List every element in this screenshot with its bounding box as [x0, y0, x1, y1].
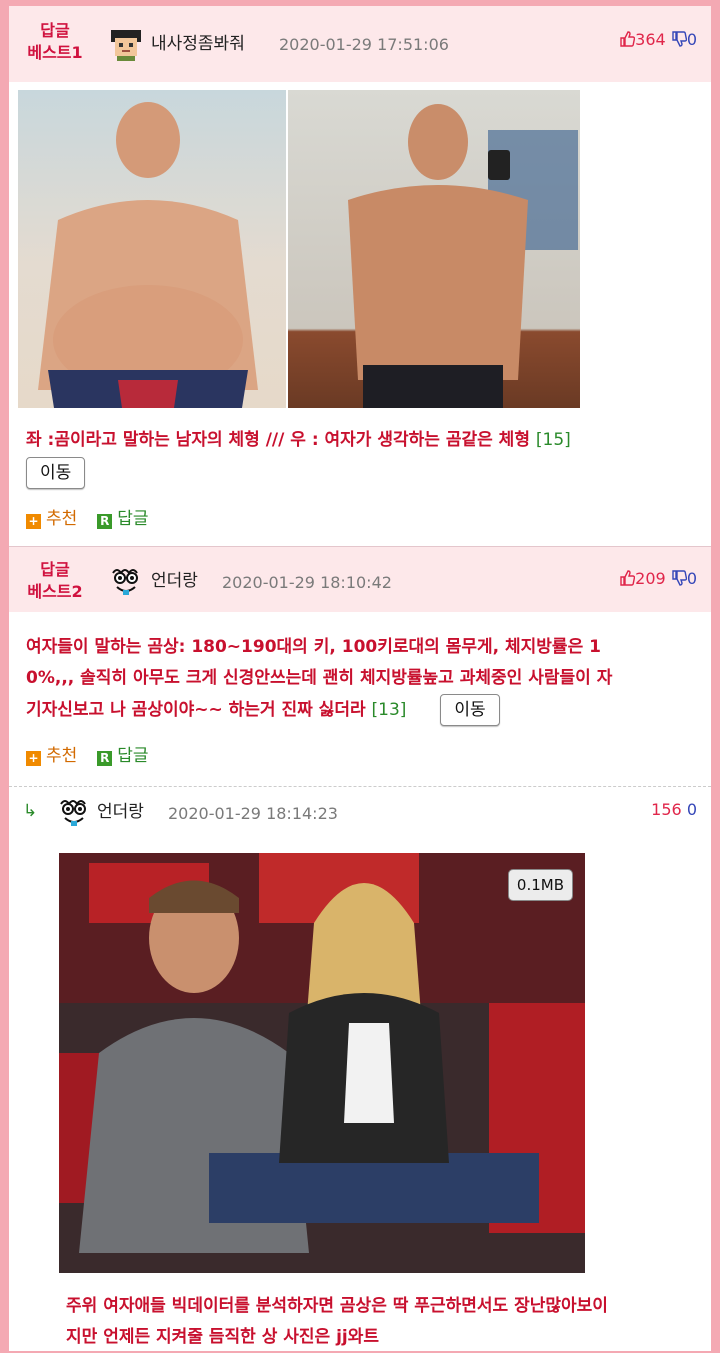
upvote-count: 209: [635, 569, 666, 588]
comment-date: 2020-01-29 18:14:23: [168, 804, 338, 823]
reply-count[interactable]: [13]: [372, 700, 407, 720]
move-button[interactable]: 이동: [26, 457, 86, 489]
reply-r-icon: R: [97, 514, 113, 529]
vote-box: 209 0: [619, 567, 697, 591]
upvote-count: 364: [635, 30, 666, 49]
comment-nickname[interactable]: 언더랑: [151, 569, 198, 593]
reply-label: 답글: [117, 746, 149, 766]
downvote-count: 0: [686, 30, 697, 49]
recommend-label: 추천: [46, 509, 78, 529]
comment-body-last-line: 기자신보고 나 곰상이야~~ 하는거 진짜 싫더라 [13] 이동: [26, 694, 706, 726]
comment-date: 2020-01-29 18:10:42: [222, 573, 392, 592]
photo-placeholder: [59, 853, 585, 1273]
comment-body-line: 0%,,, 솔직히 아무도 크게 신경안쓰는데 괜히 체지방률높고 과체중인 사…: [26, 668, 613, 688]
comment-body-line: 기자신보고 나 곰상이야~~ 하는거 진짜 싫더라: [26, 700, 366, 720]
move-button-wrap: 이동: [26, 457, 86, 489]
pixel-avatar-icon[interactable]: [109, 28, 143, 62]
badge-reply-label: 답글: [40, 21, 70, 40]
thumbs-down-icon[interactable]: [671, 570, 687, 586]
thumbs-up-icon[interactable]: [619, 31, 636, 47]
badge-rank-label: 베스트1: [27, 43, 83, 62]
reply-arrow-icon: ↳: [23, 801, 38, 821]
vote-box: 156 0: [651, 798, 697, 822]
badge-rank-label: 베스트2: [27, 582, 83, 601]
comment-nickname[interactable]: 언더랑: [97, 800, 144, 824]
comment-body-line: 지만 언제든 지켜줄 듬직한 상 사진은 jj와트: [66, 1327, 380, 1347]
comment-header: 답글 베스트2 언더랑 2020-01-29 18:10:42 209 0: [9, 547, 711, 612]
badge-reply-label: 답글: [40, 560, 70, 579]
reply-button[interactable]: R 답글: [97, 509, 149, 529]
comment-body: 좌 :곰이라고 말하는 남자의 체형 /// 우 : 여자가 생각하는 곰같은 …: [26, 430, 530, 450]
divider: [9, 786, 711, 787]
reply-label: 답글: [117, 509, 149, 529]
reply-button[interactable]: R 답글: [97, 746, 149, 766]
downvote-count: 0: [686, 800, 697, 819]
comment-body-line: 주위 여자애들 빅데이터를 분석하자면 곰상은 딱 푸근하면서도 장난많아보이: [66, 1296, 608, 1316]
comment-text: 좌 :곰이라고 말하는 남자의 체형 /// 우 : 여자가 생각하는 곰같은 …: [26, 425, 696, 456]
comment-body-line: 여자들이 말하는 곰상: 180~190대의 키, 100키로대의 몸무게, 체…: [26, 637, 601, 657]
plus-icon: +: [26, 751, 41, 766]
thumbs-up-icon[interactable]: [619, 570, 636, 586]
image-size-badge[interactable]: 0.1MB: [507, 869, 573, 901]
comment-text: 주위 여자애들 빅데이터를 분석하자면 곰상은 딱 푸근하면서도 장난많아보이 …: [66, 1291, 706, 1353]
comment-date: 2020-01-29 17:51:06: [279, 35, 449, 54]
photo-placeholder: [18, 90, 580, 408]
comment-actions: + 추천 R 답글: [26, 508, 149, 530]
upvote-count: 156: [651, 800, 682, 819]
recommend-button[interactable]: + 추천: [26, 746, 77, 766]
comment-text: 여자들이 말하는 곰상: 180~190대의 키, 100키로대의 몸무게, 체…: [26, 632, 706, 726]
comment-nickname[interactable]: 내사정좀봐줘: [151, 32, 245, 56]
plus-icon: +: [26, 514, 41, 529]
comment-photo-before-after[interactable]: [18, 90, 580, 408]
comment-photo-couple[interactable]: 0.1MB: [59, 853, 585, 1273]
recommend-button[interactable]: + 추천: [26, 509, 77, 529]
move-button[interactable]: 이동: [440, 694, 500, 726]
thumbs-down-icon[interactable]: [671, 31, 687, 47]
vote-box: 364 0: [619, 28, 697, 52]
comment-list: 답글 베스트1 내사정좀봐줘 2020-01-29 17:51:06 364 0: [9, 0, 711, 1351]
reply-count[interactable]: [15]: [536, 430, 571, 450]
comment-actions: + 추천 R 답글: [26, 745, 149, 767]
comment-header: 답글 베스트1 내사정좀봐줘 2020-01-29 17:51:06 364 0: [9, 6, 711, 82]
doodle-avatar-icon[interactable]: [109, 565, 143, 599]
doodle-avatar-icon[interactable]: [57, 796, 91, 830]
best-badge: 답글 베스트1: [15, 20, 95, 64]
best-badge: 답글 베스트2: [15, 559, 95, 603]
downvote-count: 0: [686, 569, 697, 588]
recommend-label: 추천: [46, 746, 78, 766]
reply-r-icon: R: [97, 751, 113, 766]
